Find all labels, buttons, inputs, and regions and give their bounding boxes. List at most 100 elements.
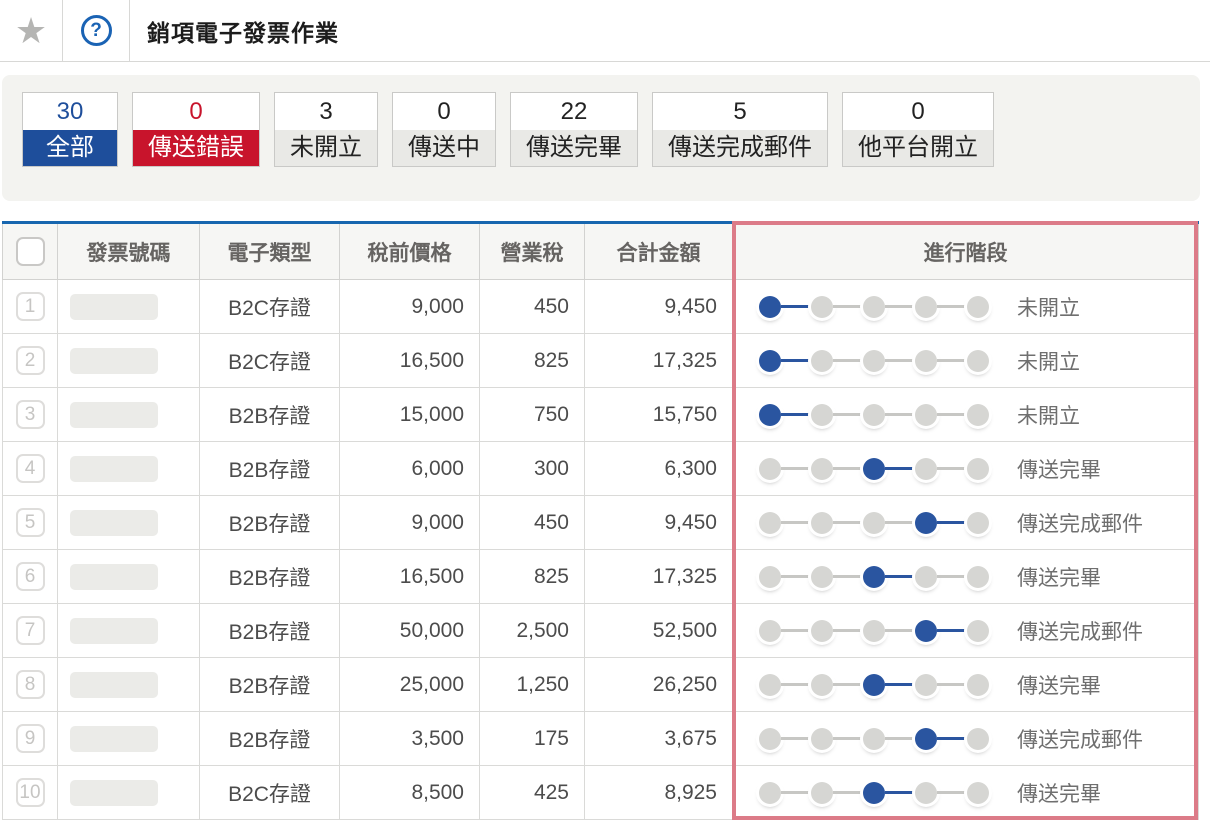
row-number-checkbox[interactable]: 6 [16,562,45,591]
pretax-amount: 8,500 [411,781,464,804]
cell-row-number: 2 [3,334,58,388]
tax-amount: 450 [534,511,569,534]
row-number-checkbox[interactable]: 4 [16,454,45,483]
stage-progress: 未開立 [733,292,1198,322]
row-number-checkbox[interactable]: 3 [16,400,45,429]
filter-button[interactable]: 22 傳送完畢 [510,92,638,167]
row-number-checkbox[interactable]: 8 [16,670,45,699]
select-all-header-cell [3,223,58,280]
invoice-type: B2B存證 [229,675,311,698]
stage-dot [915,296,937,318]
invoice-table: 發票號碼 電子類型 稅前價格 營業稅 合計金額 進行階段 1 B2C存證 9,0… [2,221,1198,820]
stage-dot-active [759,404,781,426]
stage-label: 未開立 [1017,400,1080,430]
cell-stage: 傳送完畢 [733,766,1199,820]
stage-dot-active [759,350,781,372]
invoice-type: B2B存證 [229,459,311,482]
invoice-table-body: 1 B2C存證 9,000 450 9,450 未開立 2 [3,280,1199,820]
cell-row-number: 9 [3,712,58,766]
total-amount: 6,300 [664,457,717,480]
cell-stage: 未開立 [733,280,1199,334]
table-row: 3 B2B存證 15,000 750 15,750 未開立 [3,388,1199,442]
stage-progress: 傳送完畢 [733,454,1198,484]
stage-connector [833,737,863,740]
stage-dot [759,782,781,804]
invoice-number-redacted [70,294,158,320]
stage-stepper [759,404,989,426]
cell-total: 8,925 [585,766,733,820]
cell-invoice-type: B2B存證 [200,712,340,766]
stage-stepper [759,728,989,750]
row-number-checkbox[interactable]: 2 [16,346,45,375]
stage-connector [937,791,967,794]
filter-button[interactable]: 5 傳送完成郵件 [652,92,828,167]
invoice-number-redacted [70,726,158,752]
stage-label: 傳送完畢 [1017,562,1101,592]
pretax-amount: 16,500 [400,565,464,588]
cell-invoice-no [58,766,200,820]
cell-tax: 1,250 [480,658,585,712]
table-row: 9 B2B存證 3,500 175 3,675 傳送完成郵件 [3,712,1199,766]
row-number-checkbox[interactable]: 7 [16,616,45,645]
stage-stepper [759,566,989,588]
pretax-amount: 9,000 [411,295,464,318]
cell-invoice-no [58,442,200,496]
help-button[interactable]: ? [63,0,129,61]
cell-pretax: 6,000 [340,442,480,496]
stage-progress: 傳送完成郵件 [733,724,1198,754]
stage-progress: 未開立 [733,400,1198,430]
stage-connector [833,521,863,524]
stage-dot [811,782,833,804]
row-number-checkbox[interactable]: 5 [16,508,45,537]
col-header-tax: 營業稅 [480,223,585,280]
table-row: 6 B2B存證 16,500 825 17,325 傳送完畢 [3,550,1199,604]
stage-progress: 傳送完畢 [733,562,1198,592]
stage-connector [937,575,967,578]
cell-total: 6,300 [585,442,733,496]
stage-connector [937,629,967,632]
invoice-number-redacted [70,402,158,428]
cell-total: 26,250 [585,658,733,712]
table-row: 5 B2B存證 9,000 450 9,450 傳送完成郵件 [3,496,1199,550]
stage-dot [759,674,781,696]
cell-invoice-no [58,388,200,442]
stage-dot [811,350,833,372]
filter-label: 傳送完成郵件 [653,130,827,166]
stage-progress: 傳送完畢 [733,778,1198,808]
filter-count: 30 [23,93,117,130]
filter-button[interactable]: 0 傳送錯誤 [132,92,260,167]
filter-button[interactable]: 30 全部 [22,92,118,167]
select-all-checkbox[interactable] [16,237,45,266]
filter-button[interactable]: 3 未開立 [274,92,378,167]
cell-total: 3,675 [585,712,733,766]
col-header-total: 合計金額 [585,223,733,280]
filter-count: 5 [653,93,827,130]
favorite-star-button[interactable]: ★ [0,0,62,61]
table-row: 1 B2C存證 9,000 450 9,450 未開立 [3,280,1199,334]
stage-label: 傳送完畢 [1017,778,1101,808]
pretax-amount: 3,500 [411,727,464,750]
tax-amount: 825 [534,565,569,588]
page-title: 銷項電子發票作業 [130,0,339,61]
row-number-checkbox[interactable]: 1 [16,292,45,321]
invoice-number-redacted [70,672,158,698]
row-number-checkbox[interactable]: 9 [16,724,45,753]
cell-invoice-no [58,496,200,550]
stage-progress: 傳送完成郵件 [733,616,1198,646]
filter-button[interactable]: 0 他平台開立 [842,92,994,167]
stage-connector [937,737,967,740]
row-number-checkbox[interactable]: 10 [16,778,45,807]
cell-tax: 450 [480,280,585,334]
stage-connector [781,629,811,632]
cell-invoice-type: B2C存證 [200,280,340,334]
stage-dot [967,620,989,642]
stage-connector [885,413,915,416]
stage-connector [781,575,811,578]
stage-connector [833,467,863,470]
stage-connector [937,521,967,524]
filter-button[interactable]: 0 傳送中 [392,92,496,167]
stage-dot-active [863,566,885,588]
stage-dot [811,728,833,750]
table-row: 2 B2C存證 16,500 825 17,325 未開立 [3,334,1199,388]
stage-label: 未開立 [1017,346,1080,376]
